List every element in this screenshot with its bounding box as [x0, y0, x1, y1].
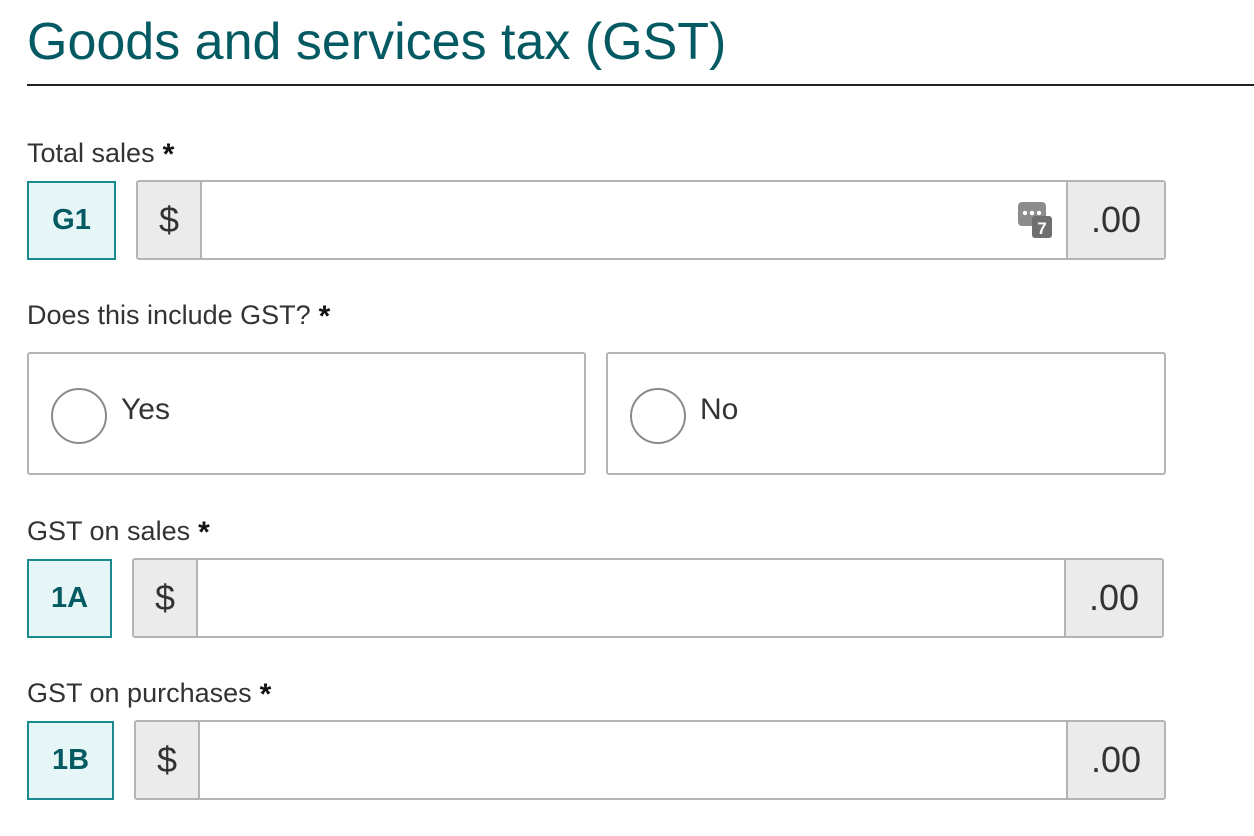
1b-code-badge: 1B [27, 721, 114, 800]
currency-prefix: $ [134, 560, 198, 636]
includes-gst-label: Does this include GST? * [27, 298, 330, 334]
gst-on-sales-label-text: GST on sales [27, 516, 191, 546]
currency-prefix: $ [136, 722, 200, 798]
required-marker: * [318, 300, 331, 333]
gst-on-purchases-label-text: GST on purchases [27, 678, 252, 708]
gst-on-purchases-input[interactable] [200, 722, 1066, 798]
radio-button-no[interactable] [630, 387, 686, 444]
calculator-icon[interactable]: 7 [1018, 202, 1052, 238]
total-sales-label-text: Total sales [27, 138, 155, 168]
gst-on-sales-field-wrapper [198, 560, 1064, 636]
includes-gst-question: Does this include GST? [27, 300, 311, 330]
gst-on-purchases-input-group: $ .00 [134, 720, 1166, 800]
1a-code-badge: 1A [27, 559, 112, 638]
total-sales-field-wrapper: 7 [202, 182, 1066, 258]
total-sales-label: Total sales * [27, 136, 174, 172]
cents-suffix: .00 [1066, 722, 1164, 798]
cents-suffix: .00 [1066, 182, 1164, 258]
radio-label-yes: Yes [121, 392, 170, 426]
required-marker: * [162, 138, 175, 171]
gst-on-sales-input[interactable] [198, 560, 1064, 636]
gst-on-sales-input-group: $ .00 [132, 558, 1164, 638]
gst-on-purchases-label: GST on purchases * [27, 676, 271, 712]
cents-suffix: .00 [1064, 560, 1162, 636]
total-sales-input[interactable] [202, 182, 1066, 258]
page-title: Goods and services tax (GST) [27, 13, 727, 71]
gst-on-purchases-field-wrapper [200, 722, 1066, 798]
g1-code-badge: G1 [27, 181, 116, 260]
radio-label-no: No [700, 392, 739, 426]
radio-option-no[interactable]: No [606, 352, 1166, 475]
radio-option-yes[interactable]: Yes [27, 352, 586, 475]
total-sales-input-group: $ 7 .00 [136, 180, 1166, 260]
gst-form: Goods and services tax (GST) Total sales… [0, 0, 1254, 836]
required-marker: * [259, 678, 272, 711]
required-marker: * [198, 516, 210, 549]
currency-prefix: $ [138, 182, 202, 258]
title-divider [27, 84, 1254, 86]
gst-on-sales-label: GST on sales * [27, 514, 210, 550]
calculator-badge: 7 [1037, 219, 1046, 238]
radio-button-yes[interactable] [51, 387, 107, 444]
